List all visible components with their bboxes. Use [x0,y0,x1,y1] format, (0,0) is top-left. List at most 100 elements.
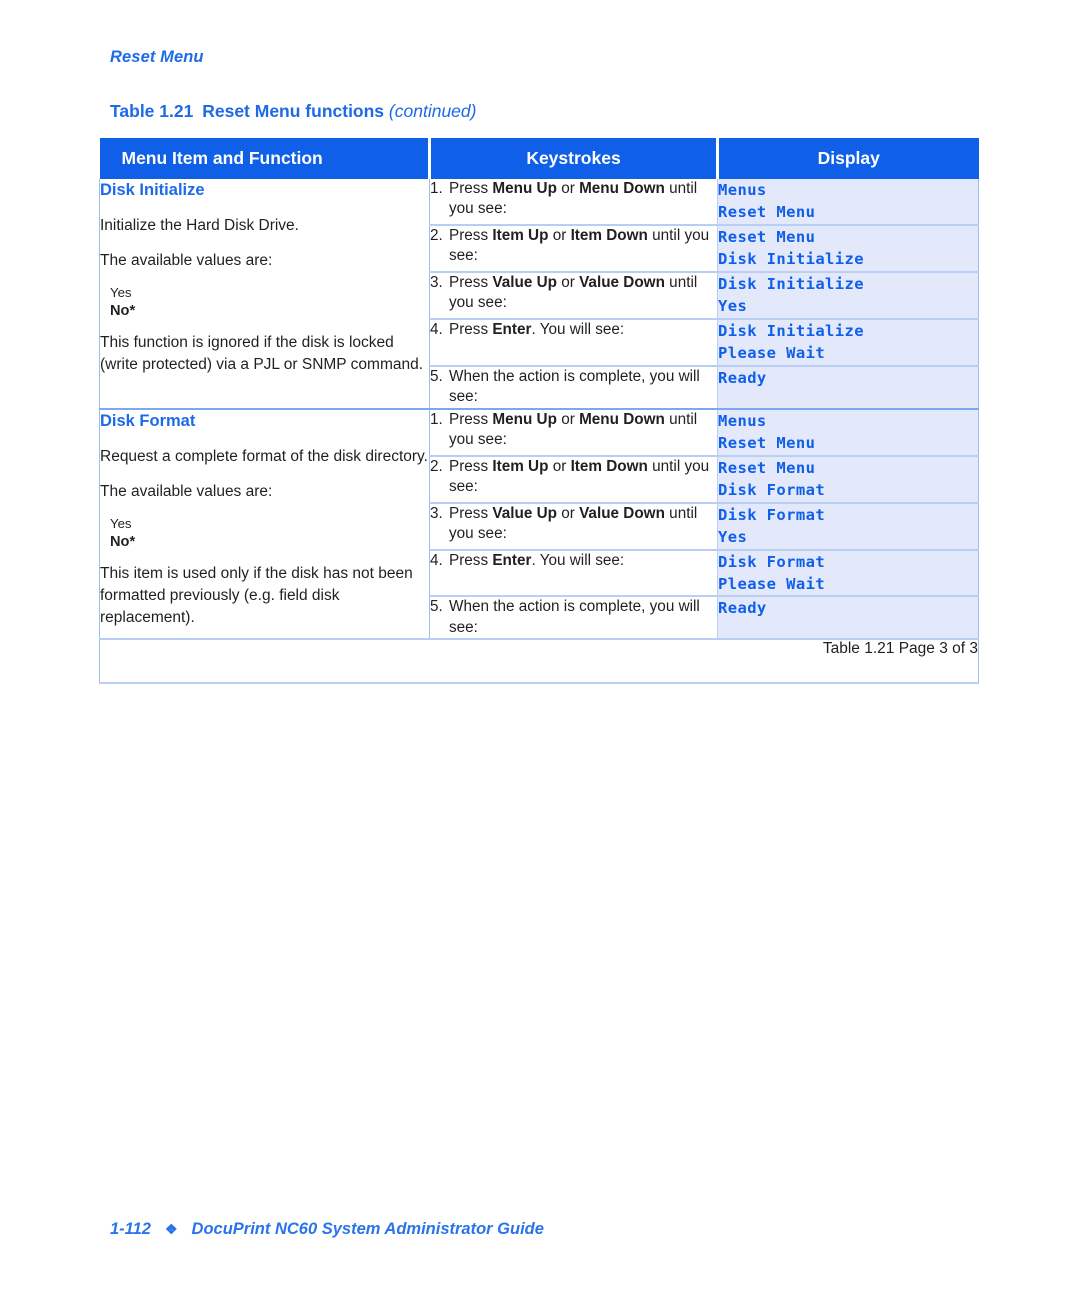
menu-item-values: Yes No* [110,516,429,552]
keystroke-step: 2. Press Item Up or Item Down until you s… [430,226,717,267]
step-text: When the action is complete, you will se… [449,598,700,636]
display-line: Menus [718,181,767,199]
menu-item-value: No* [110,534,136,551]
step-text: Press Enter. You will see: [449,551,625,569]
keystroke-step: 5. When the action is complete, you will … [430,597,717,638]
step-text: When the action is complete, you will se… [449,367,700,406]
table-caption-number: Table 1.21 [110,101,194,121]
page-number: 1-112 [110,1220,151,1238]
display-line: Ready [718,599,767,618]
display-line: Disk Format [718,505,826,524]
step-number: 1. [430,410,443,428]
display-line: Reset Menu [718,434,816,453]
display-line: Please Wait [718,344,826,363]
menu-item-paragraph: Initialize the Hard Disk Drive. [100,217,299,235]
display-cell: Disk Initialize Yes [717,270,979,319]
menu-item-paragraph: Request a complete format of the disk di… [100,448,428,466]
keystrokes-cell: 2. Press Item Up or Item Down until you s… [429,454,718,503]
diamond-icon: ❖ [164,1221,178,1237]
menu-item-note: This item is used only if the disk has n… [100,564,413,626]
keystrokes-cell: 3. Press Value Up or Value Down until you… [429,501,718,550]
keystroke-step: 4. Press Enter. You will see: [430,551,717,571]
step-text: Press Item Up or Item Down until you see… [449,457,710,496]
menu-item-paragraph: The available values are: [100,483,273,501]
table-caption-title: Reset Menu functions [202,101,385,121]
display-cell: Reset Menu Disk Initialize [717,223,979,272]
display-cell: Disk Initialize Please Wait [717,317,979,366]
display-line: Disk Initialize [718,250,864,269]
step-text: Press Item Up or Item Down until you see… [449,226,710,265]
step-number: 4. [430,551,443,569]
keystroke-step: 5. When the action is complete, you will … [430,367,717,408]
display-line: Yes [718,528,748,547]
keystroke-step: 4. Press Enter. You will see: [430,320,717,340]
document-page: Reset Menu Table 1.21 Reset Menu functio… [0,0,1080,1296]
table-header: Menu Item and Function Keystrokes Displa… [99,138,979,179]
display-cell: Menus Reset Menu [717,179,979,225]
display-line: Reset Menu [718,203,816,222]
menu-item-cell: Disk Initialize Initialize the Hard Disk … [99,179,430,409]
display-line: Menus [718,411,767,430]
step-text: Press Value Up or Value Down until you s… [449,504,698,543]
table-caption-continued: (continued) [388,101,477,121]
keystrokes-cell: 4. Press Enter. You will see: [429,548,718,597]
step-text: Press Menu Up or Menu Down until you see… [449,180,698,218]
step-number: 5. [430,598,443,616]
display-line: Reset Menu [718,458,816,477]
step-text: Press Menu Up or Menu Down until you see… [449,410,698,449]
menu-item-value: Yes [110,516,132,532]
reset-menu-functions-table: Menu Item and Function Keystrokes Displa… [99,138,979,685]
keystrokes-cell: 2. Press Item Up or Item Down until you s… [429,223,718,272]
display-line: Yes [718,297,748,316]
display-line: Disk Initialize [718,321,864,340]
step-number: 3. [430,273,443,291]
step-text: Press Value Up or Value Down until you s… [449,273,698,312]
menu-item-title: Disk Format [100,411,196,430]
display-line: Please Wait [718,575,826,593]
table-footer-row: Table 1.21 Page 3 of 3 [99,638,979,685]
menu-item-values: Yes No* [110,285,429,321]
keystrokes-cell: 1. Press Menu Up or Menu Down until you s… [429,179,718,225]
table-body: Disk Initialize Initialize the Hard Disk … [99,179,979,685]
display-cell: Ready [717,595,979,640]
keystrokes-cell: 5. When the action is complete, you will … [429,595,718,640]
keystroke-step: 3. Press Value Up or Value Down until you… [430,504,717,545]
column-header-keystrokes: Keystrokes [428,138,718,179]
menu-item-title: Disk Initialize [100,181,205,199]
keystrokes-cell: 3. Press Value Up or Value Down until you… [429,270,718,319]
step-number: 2. [430,226,443,244]
document-title: DocuPrint NC60 System Administrator Guid… [191,1220,544,1238]
menu-item-value: Yes [110,285,132,301]
menu-item-paragraph: The available values are: [100,252,273,270]
column-header-display: Display [716,138,979,179]
display-cell: Disk Format Yes [717,501,979,550]
display-line: Reset Menu [718,227,816,246]
keystrokes-cell: 4. Press Enter. You will see: [429,317,718,366]
keystroke-step: 1. Press Menu Up or Menu Down until you s… [430,410,717,451]
step-number: 5. [430,367,443,385]
step-number: 4. [430,320,443,338]
keystrokes-cell: 5. When the action is complete, you will … [429,364,718,409]
table-caption: Table 1.21 Reset Menu functions (continu… [110,101,476,122]
display-cell: Disk Format Please Wait [717,548,979,597]
table-row: Disk Initialize Initialize the Hard Disk … [99,179,979,409]
page-footer: 1-112 ❖ DocuPrint NC60 System Administra… [110,1220,544,1239]
display-line: Disk Format [718,481,826,500]
table-header-row: Menu Item and Function Keystrokes Displa… [99,138,979,179]
column-header-menu-item: Menu Item and Function [99,138,430,179]
display-cell: Reset Menu Disk Format [717,454,979,503]
display-line: Ready [718,368,767,387]
table-footer-note: Table 1.21 Page 3 of 3 [99,638,979,685]
running-head: Reset Menu [110,48,204,66]
keystroke-step: 1. Press Menu Up or Menu Down until you s… [430,179,717,220]
step-number: 3. [430,504,443,522]
display-cell: Menus Reset Menu [717,407,979,456]
display-line: Disk Initialize [718,274,864,293]
step-number: 1. [430,180,443,197]
display-cell: Ready [717,364,979,409]
keystroke-step: 2. Press Item Up or Item Down until you s… [430,457,717,498]
menu-item-value: No* [110,303,136,320]
menu-item-cell: Disk Format Request a complete format of … [99,407,430,640]
display-line: Disk Format [718,552,826,571]
table-row: Disk Format Request a complete format of … [99,407,979,640]
